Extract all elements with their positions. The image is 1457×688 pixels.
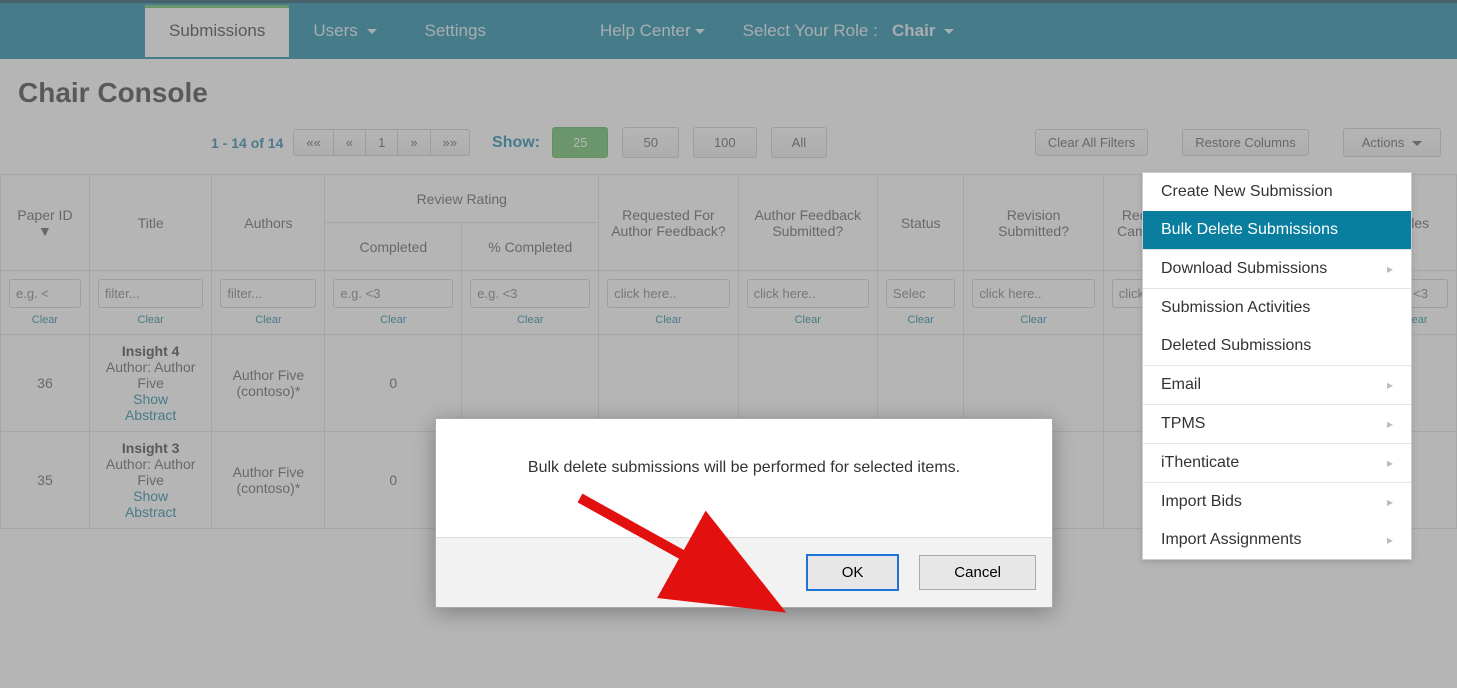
dialog-message: Bulk delete submissions will be performe… [436, 419, 1052, 537]
cancel-button[interactable]: Cancel [919, 555, 1036, 590]
chevron-right-icon: ▸ [1387, 533, 1393, 547]
ok-button[interactable]: OK [806, 554, 900, 591]
menu-bulk-delete[interactable]: Bulk Delete Submissions [1143, 211, 1411, 249]
menu-ithenticate[interactable]: iThenticate▸ [1143, 444, 1411, 482]
chevron-right-icon: ▸ [1387, 417, 1393, 431]
chevron-right-icon: ▸ [1387, 262, 1393, 276]
menu-deleted-submissions[interactable]: Deleted Submissions [1143, 327, 1411, 365]
confirm-dialog: Bulk delete submissions will be performe… [435, 418, 1053, 608]
menu-download-submissions[interactable]: Download Submissions▸ [1143, 250, 1411, 288]
menu-import-bids[interactable]: Import Bids▸ [1143, 483, 1411, 521]
chevron-right-icon: ▸ [1387, 378, 1393, 392]
menu-tpms[interactable]: TPMS▸ [1143, 405, 1411, 443]
menu-email[interactable]: Email▸ [1143, 366, 1411, 404]
menu-create-submission[interactable]: Create New Submission [1143, 173, 1411, 211]
menu-import-assignments[interactable]: Import Assignments▸ [1143, 521, 1411, 559]
chevron-right-icon: ▸ [1387, 495, 1393, 509]
actions-dropdown: Create New Submission Bulk Delete Submis… [1142, 172, 1412, 560]
chevron-right-icon: ▸ [1387, 456, 1393, 470]
menu-submission-activities[interactable]: Submission Activities [1143, 289, 1411, 327]
